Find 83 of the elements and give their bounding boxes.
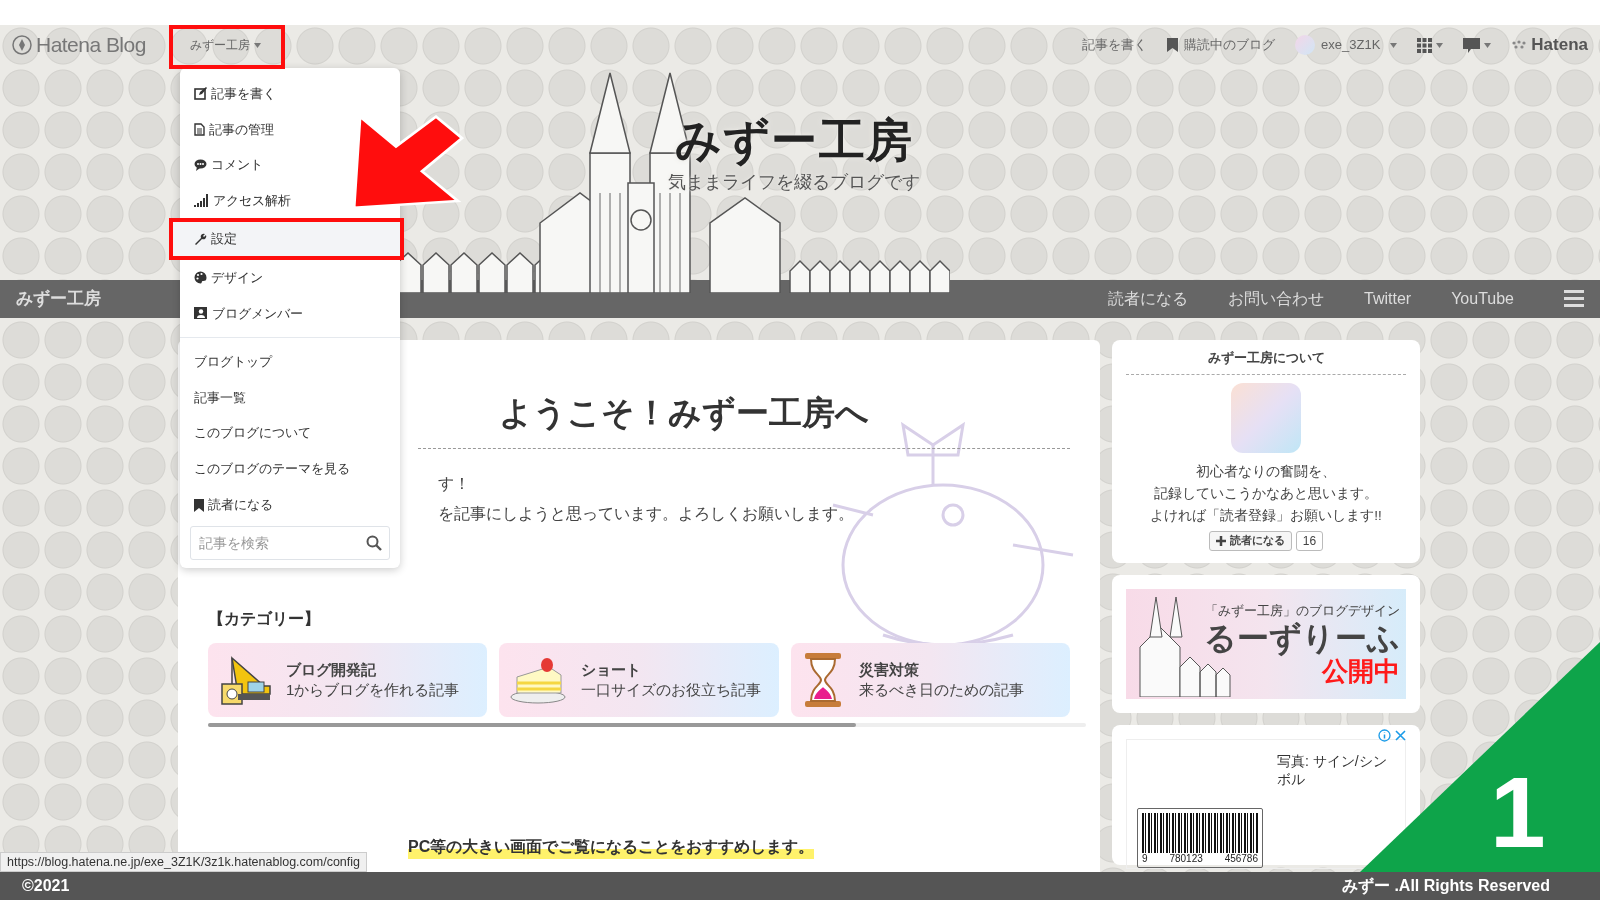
step-number: 1 <box>1490 762 1546 862</box>
article-title: ようこそ！みずー工房へ <box>418 388 1070 449</box>
search-icon[interactable] <box>366 535 382 551</box>
apps-grid-button[interactable] <box>1417 37 1444 53</box>
topbar-link[interactable]: 購読中のブログ <box>1167 35 1276 55</box>
banner-caption: 「みずー工房」のブログデザイン <box>1205 601 1400 620</box>
category-card[interactable]: ショート 一口サイズのお役立ち記事 <box>499 642 779 717</box>
menu-item[interactable]: 設定 <box>169 218 404 260</box>
article-text: す！ <box>438 473 471 494</box>
category-subtitle: 1からブログを作れる記事 <box>286 679 460 700</box>
subscriber-count: 16 <box>1295 530 1324 551</box>
about-text: 記録していこうかなあと思います。 <box>1154 484 1378 503</box>
subscribe-button[interactable]: 読者になる <box>1208 530 1292 551</box>
bookmark-icon <box>194 498 204 512</box>
article-text: を記事にしようと思っています。よろしくお願いします。 <box>438 503 855 524</box>
ad-text: 写真: サイン/シンボル <box>1277 751 1387 789</box>
grid-icon <box>1417 37 1433 53</box>
menu-item[interactable]: 記事一覧 <box>180 379 260 415</box>
document-icon <box>194 122 205 136</box>
caret-icon <box>254 42 261 48</box>
caret-icon <box>1484 42 1492 48</box>
menu-item[interactable]: ブログメンバー <box>180 295 317 331</box>
bar-chart-icon <box>194 193 209 207</box>
horizontal-scrollbar[interactable] <box>208 722 1086 727</box>
palette-icon <box>194 271 207 285</box>
menu-item[interactable]: このブログのテーマを見る <box>180 450 364 486</box>
about-text: よければ「読者登録」お願いします!! <box>1150 506 1382 525</box>
category-heading: 【カテゴリー】 <box>208 608 321 629</box>
speech-bubble-icon <box>1463 37 1481 53</box>
category-title: ブログ開発記 <box>286 659 377 680</box>
plus-icon <box>1215 535 1226 546</box>
bookmark-icon <box>1167 38 1179 52</box>
nav-link[interactable]: Twitter <box>1364 286 1412 311</box>
navbar-blog-title[interactable]: みずー工房 <box>16 286 101 312</box>
category-card[interactable]: 災害対策 来るべき日のための記事 <box>790 642 1070 717</box>
member-card-icon <box>194 307 208 320</box>
menu-item[interactable]: デザイン <box>180 260 277 296</box>
menu-item[interactable]: ブログトップ <box>180 344 286 380</box>
menu-item[interactable]: 記事を書く <box>180 76 290 112</box>
speech-bubble-icon <box>194 158 207 171</box>
category-card[interactable]: ブログ開発記 1からブログを作れる記事 <box>208 642 488 717</box>
rights-notice: みずー .All Rights Reserved <box>1341 876 1550 897</box>
caret-icon <box>1436 42 1444 48</box>
copyright: ©2021 <box>22 876 70 896</box>
profile-avatar <box>1231 382 1301 453</box>
scrollbar-thumb[interactable] <box>208 722 856 727</box>
blog-menu-button[interactable]: みずー工房 <box>180 29 271 61</box>
nav-link[interactable]: YouTube <box>1451 286 1514 311</box>
design-banner[interactable]: 「みずー工房」のブログデザイン るーずりーふ 公開中 <box>1126 588 1406 699</box>
status-url-tooltip: https://blog.hatena.ne.jp/exe_3Z1K/3z1k.hatenablog.com/config <box>0 852 368 872</box>
about-title: みずー工房について <box>1126 348 1406 375</box>
caret-icon <box>1390 42 1398 48</box>
category-subtitle: 来るべき日のための記事 <box>858 679 1024 700</box>
banner-status-text: 公開中 <box>1322 656 1400 686</box>
notifications-button[interactable] <box>1463 37 1492 53</box>
barcode-digits: 9 <box>1142 852 1148 865</box>
menu-item[interactable]: アクセス解析 <box>180 182 305 218</box>
menu-item[interactable]: 記事の管理 <box>180 111 288 147</box>
dots-logo-icon <box>1511 40 1528 50</box>
close-icon[interactable] <box>1395 729 1406 741</box>
banner-title: るーずりーふ <box>1204 620 1400 656</box>
edit-icon <box>194 87 207 101</box>
topbar-link[interactable]: 記事を書く <box>1082 35 1148 55</box>
wrench-icon <box>194 232 207 246</box>
menu-item[interactable]: このブログについて <box>180 415 325 451</box>
menu-item[interactable]: コメント <box>180 147 277 183</box>
topbar-link[interactable]: exe_3Z1K <box>1295 35 1398 55</box>
avatar <box>1295 35 1316 55</box>
hatena-logo[interactable]: Hatena <box>1511 32 1588 58</box>
category-title: ショート <box>581 659 643 680</box>
barcode-digits: 780123 <box>1169 852 1203 865</box>
search-field[interactable]: 記事を検索 <box>190 526 390 560</box>
info-icon <box>1378 728 1391 742</box>
menu-item[interactable]: 読者になる <box>180 486 287 524</box>
category-title: 災害対策 <box>858 659 920 680</box>
about-text: 初心者なりの奮闘を、 <box>1196 462 1336 481</box>
category-subtitle: 一口サイズのお役立ち記事 <box>581 679 762 700</box>
barcode-digits: 456786 <box>1224 852 1258 865</box>
nav-link[interactable]: 読者になる <box>1108 286 1188 311</box>
menu-button[interactable] <box>1564 290 1584 308</box>
nav-link[interactable]: お問い合わせ <box>1228 286 1324 311</box>
menu-icon <box>1564 290 1584 308</box>
pen-nib-logo-icon <box>12 35 32 55</box>
